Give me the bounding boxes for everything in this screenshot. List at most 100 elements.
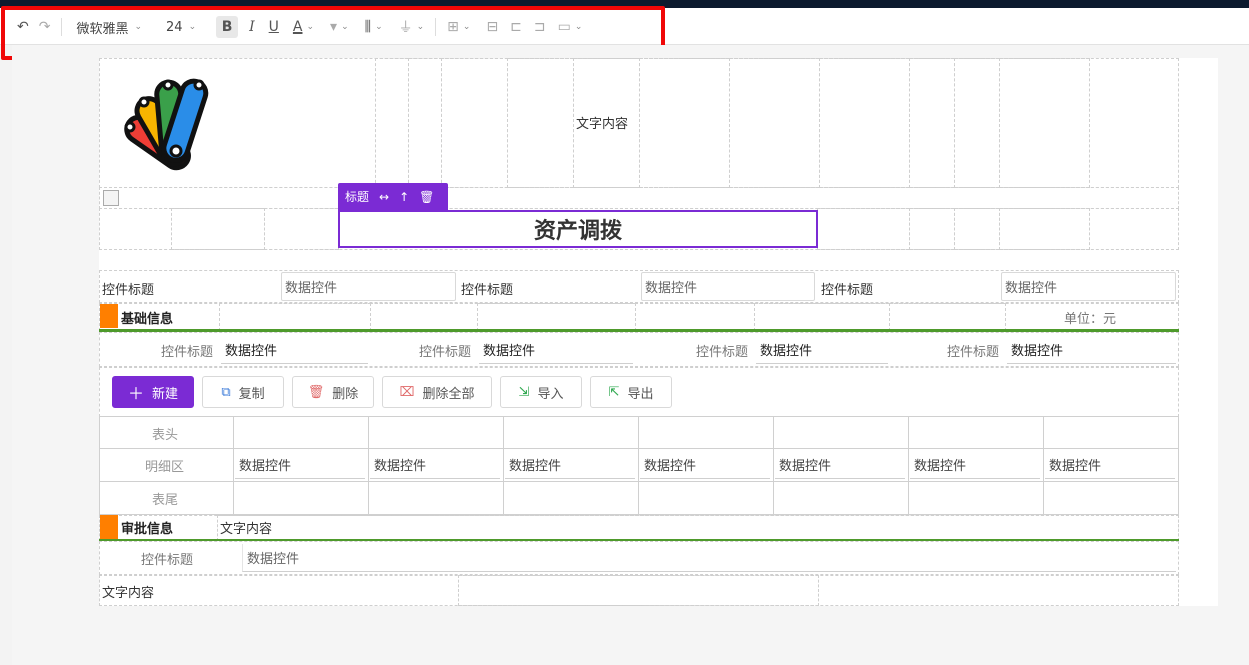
table-row-label: 表头 <box>152 428 179 443</box>
table-rule <box>638 416 639 515</box>
new-button-label: 新建 <box>152 386 179 402</box>
header-cell <box>819 58 910 188</box>
table-icon: ⊞ <box>447 19 459 35</box>
data-field[interactable]: 数据控件 <box>221 336 368 364</box>
field-label: 控件标题 <box>947 345 1000 360</box>
data-field[interactable]: 数据控件 <box>1007 336 1176 364</box>
insert-row-icon[interactable]: ⊐ <box>529 15 551 39</box>
header-text: 文字内容 <box>576 117 629 132</box>
font-color-icon: A <box>292 19 303 35</box>
delete-button[interactable]: 🗑 删除 <box>292 376 374 408</box>
redo-icon[interactable]: ↷ <box>34 15 56 39</box>
title-row-cell <box>817 208 910 250</box>
field-label: 控件标题 <box>461 283 514 298</box>
detail-data-field[interactable]: 数据控件 <box>640 451 770 479</box>
detail-data-field[interactable]: 数据控件 <box>775 451 905 479</box>
align-vertical-button[interactable]: ⏚ ⌄ <box>394 15 430 39</box>
table-row-label: 表尾 <box>152 493 179 508</box>
approval-header-cell <box>217 515 1179 541</box>
data-field[interactable]: 数据控件 <box>756 336 888 364</box>
title-element-toolbar: 标题 ↔ ↑ 🗑 <box>338 183 448 210</box>
header-cell <box>729 58 820 188</box>
chevron-down-icon: ⌄ <box>574 22 583 32</box>
header-cell <box>954 58 1000 188</box>
align-horizontal-button[interactable]: ⫼ ⌄ <box>360 15 388 39</box>
header-cell <box>909 58 955 188</box>
plus-icon: ＋ <box>127 384 144 403</box>
delete-icon[interactable]: 🗑 <box>419 190 434 204</box>
data-field[interactable]: 数据控件 <box>1001 272 1176 301</box>
undo-icon[interactable]: ↶ <box>12 15 34 39</box>
field-label: 控件标题 <box>821 283 874 298</box>
data-field[interactable]: 数据控件 <box>479 336 633 364</box>
chevron-down-icon: ⌄ <box>188 22 197 32</box>
new-button[interactable]: ＋ 新建 <box>112 376 194 408</box>
data-field[interactable]: 数据控件 <box>641 272 815 301</box>
detail-data-field[interactable]: 数据控件 <box>505 451 635 479</box>
chevron-down-icon: ⌄ <box>306 22 315 32</box>
detail-data-field[interactable]: 数据控件 <box>910 451 1040 479</box>
detail-data-field[interactable]: 数据控件 <box>370 451 500 479</box>
align-vertical-icon: ⏚ <box>398 20 413 36</box>
merge-cells-icon[interactable]: ⊟ <box>481 15 503 39</box>
bold-button[interactable]: B <box>216 16 239 38</box>
data-field[interactable]: 数据控件 <box>242 544 1176 572</box>
table-rule <box>773 416 774 515</box>
copy-button-label: 复制 <box>238 386 265 402</box>
format-toolbar: ↶ ↷ 微软雅黑 ⌄ 24 ⌄ B I U A ⌄ ▾ ⌄ ⫼ ⌄ ⏚ ⌄ ⊞ … <box>12 11 587 43</box>
section-marker <box>100 304 118 328</box>
import-icon: ⇲ <box>518 384 530 400</box>
field-label: 控件标题 <box>419 345 472 360</box>
basic-info-cell <box>754 303 890 331</box>
underline-button[interactable]: U <box>264 15 284 39</box>
header-cell <box>507 58 574 188</box>
italic-button[interactable]: I <box>244 15 260 39</box>
section-marker <box>100 515 118 539</box>
detail-data-field[interactable]: 数据控件 <box>1045 451 1175 479</box>
cell-style-button[interactable]: ▭ ⌄ <box>553 15 588 39</box>
font-family-value: 微软雅黑 <box>76 21 129 37</box>
basic-info-cell <box>889 303 1006 331</box>
copy-icon: ⧉ <box>221 384 231 400</box>
field-label: 控件标题 <box>141 553 194 568</box>
page-title[interactable]: 资产调拨 <box>338 210 818 248</box>
detail-data-field[interactable]: 数据控件 <box>235 451 365 479</box>
data-field[interactable]: 数据控件 <box>281 272 456 301</box>
title-row-cell <box>909 208 955 250</box>
table-row-label: 明细区 <box>145 460 185 475</box>
move-up-icon[interactable]: ↑ <box>399 190 409 204</box>
table-border-button[interactable]: ⊞ ⌄ <box>442 15 475 39</box>
chevron-down-icon: ⌄ <box>134 22 143 32</box>
import-button[interactable]: ⇲ 导入 <box>500 376 582 408</box>
title-row-cell <box>171 208 265 250</box>
table-rule <box>233 416 234 515</box>
font-color-button[interactable]: A ⌄ <box>288 15 319 39</box>
section-title-approval: 审批信息 <box>121 522 174 537</box>
field-label: 控件标题 <box>696 345 749 360</box>
highlight-icon: ▾ <box>330 19 338 35</box>
table-rule <box>503 416 504 515</box>
unit-label: 单位：元 <box>1064 312 1117 327</box>
header-cell <box>408 58 442 188</box>
resize-horizontal-icon[interactable]: ↔ <box>379 190 389 204</box>
footer-text: 文字内容 <box>102 586 155 601</box>
table-rule <box>99 481 1179 482</box>
toolbar-divider <box>435 18 437 36</box>
copy-button[interactable]: ⧉ 复制 <box>202 376 284 408</box>
font-family-select[interactable]: 微软雅黑 ⌄ <box>68 15 150 39</box>
highlight-color-button[interactable]: ▾ ⌄ <box>325 15 354 39</box>
font-size-select[interactable]: 24 ⌄ <box>158 15 204 39</box>
chevron-down-icon: ⌄ <box>416 22 425 32</box>
table-rule <box>368 416 369 515</box>
basic-info-cell <box>635 303 755 331</box>
table-rule <box>1043 416 1044 515</box>
delete-all-button[interactable]: ⌧ 删除全部 <box>382 376 492 408</box>
title-toolbar-label: 标题 <box>345 190 370 204</box>
approval-text: 文字内容 <box>220 522 273 537</box>
field-label: 控件标题 <box>161 345 214 360</box>
insert-column-icon[interactable]: ⊏ <box>505 15 527 39</box>
export-button[interactable]: ⇱ 导出 <box>590 376 672 408</box>
basic-info-cell <box>370 303 478 331</box>
chevron-down-icon: ⌄ <box>375 22 383 32</box>
header-cell <box>375 58 409 188</box>
